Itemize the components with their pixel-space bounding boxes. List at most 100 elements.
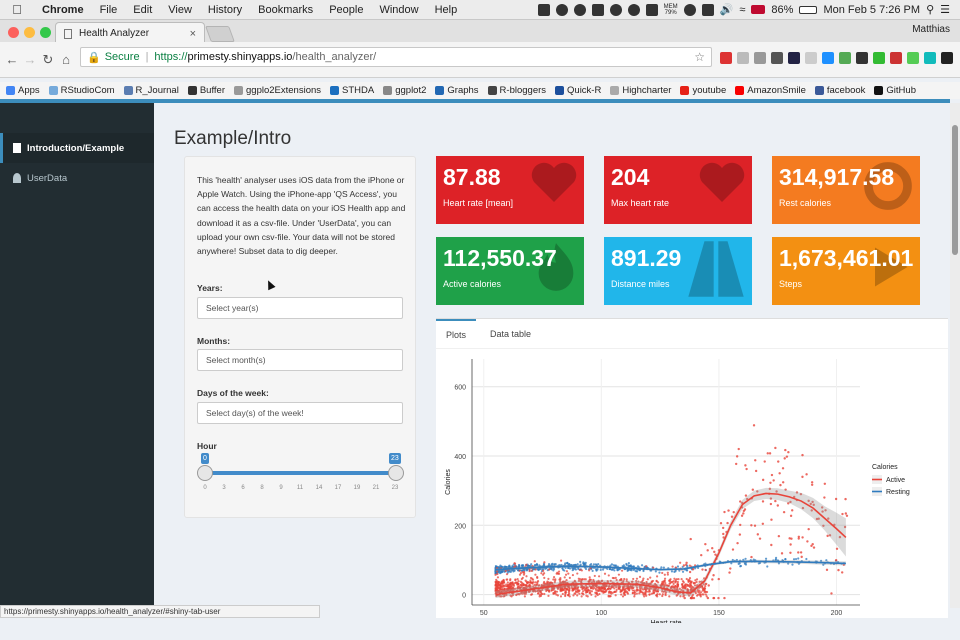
bookmark-sthda[interactable]: STHDA xyxy=(330,85,374,96)
slider-max-handle[interactable] xyxy=(388,465,404,481)
green-ext-icon[interactable] xyxy=(873,52,885,64)
tab-plots[interactable]: Plots xyxy=(436,319,477,349)
record-icon[interactable] xyxy=(555,3,568,16)
menu-window[interactable]: Window xyxy=(371,4,426,16)
pinterest-ext-icon[interactable] xyxy=(720,52,732,64)
data-point-active xyxy=(769,481,772,484)
battery-icon[interactable] xyxy=(799,5,818,14)
dropbox-icon[interactable] xyxy=(591,3,604,16)
pin-ext-icon[interactable] xyxy=(771,52,783,64)
menu-view[interactable]: View xyxy=(160,4,200,16)
data-point-active xyxy=(528,569,531,573)
bookmark-label: Quick-R xyxy=(567,85,602,96)
data-point-active xyxy=(510,584,513,588)
bookmark-rstudiocom[interactable]: RStudioCom xyxy=(48,85,115,96)
apple-icon[interactable]:  xyxy=(0,2,34,17)
minimize-window-button[interactable] xyxy=(24,27,35,38)
ublock-ext-icon[interactable] xyxy=(890,52,902,64)
bookmark-amazonsmile[interactable]: AmazonSmile xyxy=(735,85,806,96)
new-tab-button[interactable] xyxy=(205,26,235,42)
cloud-icon[interactable] xyxy=(627,3,640,16)
flag-icon[interactable] xyxy=(751,5,766,14)
notion-ext-icon[interactable] xyxy=(788,52,800,64)
wifi-sync-icon[interactable] xyxy=(573,3,586,16)
bookmark-github[interactable]: GitHub xyxy=(874,85,916,96)
hour-range-slider[interactable]: 0 23 0 3 6 8 9 11 14 17 19 21 23 xyxy=(197,447,404,497)
cloud-ext-icon[interactable] xyxy=(737,52,749,64)
bookmark-apps[interactable]: Apps xyxy=(6,85,40,96)
slider-tick-label: 6 xyxy=(241,485,245,491)
data-point-active xyxy=(766,452,769,455)
bookmark-ggplot2[interactable]: ggplot2 xyxy=(383,85,426,96)
bookmark-ggplo2extensions[interactable]: ggplo2Extensions xyxy=(234,85,321,96)
volume-icon[interactable]: 🔊 xyxy=(720,3,734,16)
screen-ext-icon[interactable] xyxy=(924,52,936,64)
data-point-active xyxy=(552,575,556,579)
bookmark-r-journal[interactable]: R_Journal xyxy=(123,85,179,96)
slider-min-handle[interactable] xyxy=(197,465,213,481)
datetime[interactable]: Mon Feb 5 7:26 PM xyxy=(823,4,920,16)
slider-track[interactable] xyxy=(204,471,396,475)
tab-data-table[interactable]: Data table xyxy=(480,319,541,349)
profile-name[interactable]: Matthias xyxy=(912,24,950,35)
clock-icon[interactable] xyxy=(609,3,622,16)
notification-center-icon[interactable]: ☰ xyxy=(940,3,950,16)
evernote-ext-icon[interactable] xyxy=(907,52,919,64)
data-point-active xyxy=(536,580,540,583)
back-icon[interactable]: ← xyxy=(4,52,20,67)
shield-icon[interactable] xyxy=(645,3,658,16)
menu-bookmarks[interactable]: Bookmarks xyxy=(250,4,321,16)
days-select[interactable]: Select day(s) of the week! xyxy=(197,402,403,424)
lock-icon: 🔒 xyxy=(87,51,101,64)
forward-icon[interactable]: → xyxy=(22,52,38,67)
bookmark-facebook[interactable]: facebook xyxy=(814,85,865,96)
data-point-resting xyxy=(509,570,512,574)
bookmark-youtube[interactable]: youtube xyxy=(680,85,726,96)
data-point-active xyxy=(823,496,826,499)
grid-ext-icon[interactable] xyxy=(805,52,817,64)
maximize-window-button[interactable] xyxy=(40,27,51,38)
page-scrollbar[interactable] xyxy=(950,103,960,608)
wifi-icon[interactable]: ≈ xyxy=(739,4,745,16)
tag-ext-icon[interactable] xyxy=(754,52,766,64)
skype-ext-icon[interactable] xyxy=(822,52,834,64)
bookmark-buffer[interactable]: Buffer xyxy=(187,85,225,96)
menu-file[interactable]: File xyxy=(92,4,126,16)
bookmark-quick-r[interactable]: Quick-R xyxy=(555,85,601,96)
spotlight-search-icon[interactable]: ⚲ xyxy=(926,3,934,16)
close-window-button[interactable] xyxy=(8,27,19,38)
data-point-active xyxy=(513,562,517,565)
scrollbar-thumb[interactable] xyxy=(952,125,958,255)
home-icon[interactable]: ⌂ xyxy=(58,52,74,67)
data-point-active xyxy=(799,551,803,554)
reload-icon[interactable]: ↻ xyxy=(40,52,56,68)
dark-ext-icon[interactable] xyxy=(856,52,868,64)
data-point-active xyxy=(745,467,748,471)
screen-icon[interactable] xyxy=(537,3,550,16)
battery-percent[interactable]: 86% xyxy=(771,4,793,16)
sidebar-item-userdata[interactable]: UserData xyxy=(0,163,154,193)
address-bar[interactable]: 🔒 Secure | https:// primesty.shinyapps.i… xyxy=(80,47,712,67)
sidebar-item-introduction[interactable]: Introduction/Example xyxy=(0,133,154,163)
leaf-ext-icon[interactable] xyxy=(839,52,851,64)
tab-health-analyzer[interactable]: Health Analyzer × xyxy=(55,22,205,44)
bluetooth-icon[interactable] xyxy=(701,3,714,16)
data-point-active xyxy=(689,596,693,600)
menu-edit[interactable]: Edit xyxy=(125,4,160,16)
timemachine-icon[interactable] xyxy=(683,3,696,16)
menu-history[interactable]: History xyxy=(200,4,250,16)
data-point-active xyxy=(565,587,568,591)
menu-people[interactable]: People xyxy=(321,4,371,16)
menu-help[interactable]: Help xyxy=(427,4,466,16)
buffer-ext-icon[interactable] xyxy=(941,52,953,64)
months-select[interactable]: Select month(s) xyxy=(197,349,403,371)
bookmark-graphs[interactable]: Graphs xyxy=(435,85,479,96)
data-point-active xyxy=(744,464,747,467)
data-point-active xyxy=(753,524,757,527)
bookmark-r-bloggers[interactable]: R-bloggers xyxy=(487,85,546,96)
menu-chrome[interactable]: Chrome xyxy=(34,4,92,16)
years-select[interactable]: Select year(s) xyxy=(197,297,403,319)
close-tab-icon[interactable]: × xyxy=(190,28,196,40)
bookmark-highcharter[interactable]: Highcharter xyxy=(610,85,671,96)
bookmark-star-icon[interactable]: ☆ xyxy=(694,50,705,64)
